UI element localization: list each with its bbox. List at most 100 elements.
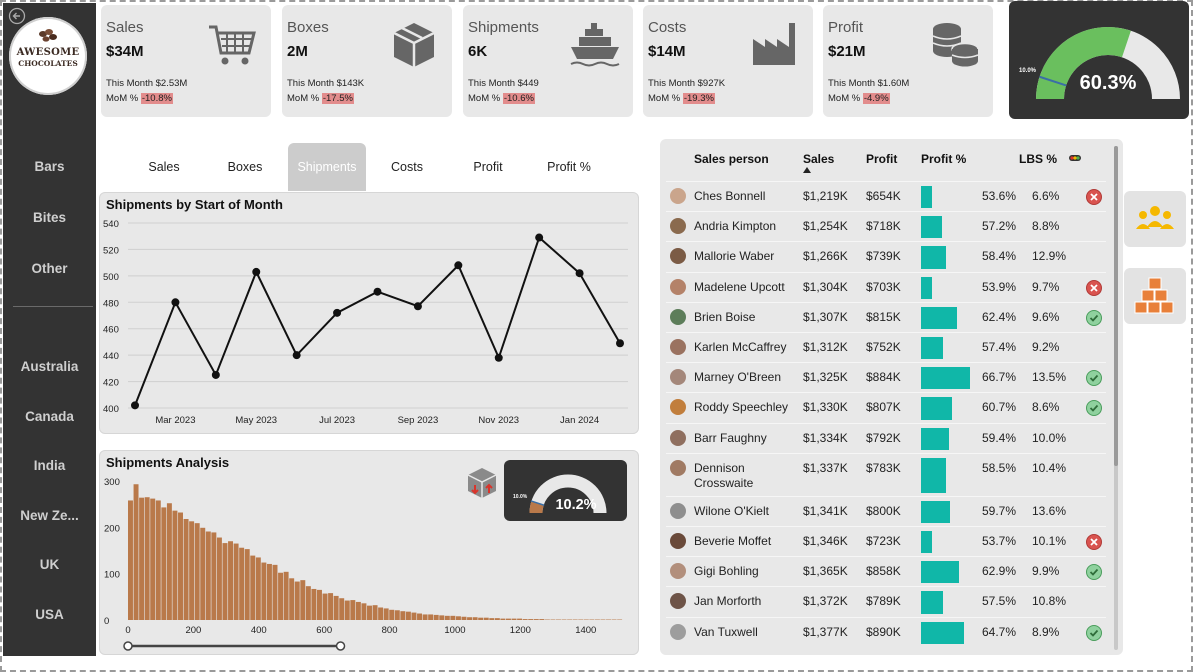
histogram-bar[interactable]: [178, 512, 183, 620]
range-slider-start-handle[interactable]: [123, 641, 133, 651]
histogram-bar[interactable]: [233, 543, 239, 620]
histogram-bar[interactable]: [261, 562, 267, 620]
table-row[interactable]: Van Tuxwell $1,377K $890K 64.7% 8.9%: [666, 616, 1106, 648]
histogram-bar[interactable]: [361, 603, 367, 620]
tab-shipments[interactable]: Shipments: [288, 143, 366, 191]
line-chart-point[interactable]: [292, 351, 301, 360]
tab-profit[interactable]: Profit: [449, 143, 527, 191]
line-chart-point[interactable]: [454, 261, 463, 270]
table-row[interactable]: Brien Boise $1,307K $815K 62.4% 9.6%: [666, 301, 1106, 333]
histogram-bar[interactable]: [505, 618, 511, 620]
line-chart-point[interactable]: [171, 298, 180, 307]
histogram-bar[interactable]: [355, 601, 361, 620]
histogram-bar[interactable]: [539, 619, 545, 620]
table-row[interactable]: Ches Bonnell $1,219K $654K 53.6% 6.6%: [666, 181, 1106, 212]
table-row[interactable]: Beverie Moffet $1,346K $723K 53.7% 10.1%: [666, 526, 1106, 557]
histogram-bar[interactable]: [305, 586, 311, 620]
histogram-bar[interactable]: [411, 612, 417, 620]
histogram-bar[interactable]: [322, 593, 328, 620]
histogram-bar[interactable]: [528, 619, 534, 620]
histogram-bar[interactable]: [228, 541, 234, 620]
nav-country-item[interactable]: USA: [3, 607, 96, 622]
nav-country-item[interactable]: Canada: [3, 409, 96, 424]
histogram-bar[interactable]: [483, 617, 489, 620]
nav-category-item[interactable]: Other: [3, 261, 96, 276]
histogram-bar[interactable]: [500, 618, 506, 620]
histogram-bar[interactable]: [522, 619, 528, 620]
histogram-bar[interactable]: [189, 521, 195, 620]
histogram-bar[interactable]: [211, 532, 217, 620]
histogram-bar[interactable]: [494, 618, 500, 620]
histogram-bar[interactable]: [383, 608, 389, 620]
histogram-bar[interactable]: [139, 497, 145, 620]
col-header-sales[interactable]: Sales: [803, 152, 834, 166]
histogram-bar[interactable]: [328, 593, 334, 620]
table-row[interactable]: Gigi Bohling $1,365K $858K 62.9% 9.9%: [666, 556, 1106, 587]
histogram-bar[interactable]: [172, 510, 178, 620]
histogram-bar[interactable]: [311, 588, 317, 620]
histogram-bar[interactable]: [461, 616, 467, 620]
boxes-view-button[interactable]: [1124, 268, 1186, 324]
histogram-bar[interactable]: [283, 571, 289, 620]
histogram-bar[interactable]: [389, 609, 395, 620]
histogram-bar[interactable]: [450, 615, 456, 620]
histogram-bar[interactable]: [405, 611, 411, 620]
histogram-bar[interactable]: [255, 557, 261, 620]
histogram-bar[interactable]: [417, 613, 423, 620]
histogram-bar[interactable]: [367, 605, 372, 620]
histogram-bar[interactable]: [300, 580, 306, 620]
histogram-bar[interactable]: [150, 498, 156, 620]
line-chart-point[interactable]: [333, 308, 342, 317]
nav-country-item[interactable]: India: [3, 458, 96, 473]
table-row[interactable]: Marney O'Breen $1,325K $884K 66.7% 13.5%: [666, 362, 1106, 393]
tab-costs[interactable]: Costs: [368, 143, 446, 191]
line-chart-point[interactable]: [252, 267, 261, 276]
histogram-bar[interactable]: [422, 614, 428, 620]
histogram-bar[interactable]: [266, 563, 272, 620]
histogram-bar[interactable]: [339, 598, 345, 620]
histogram-bar[interactable]: [489, 618, 495, 620]
range-slider-end-handle[interactable]: [335, 641, 346, 651]
line-chart-point[interactable]: [131, 401, 139, 410]
histogram-bar[interactable]: [455, 616, 461, 620]
col-header-sales-person[interactable]: Sales person: [694, 152, 769, 166]
histogram-bar[interactable]: [166, 503, 172, 620]
histogram-bar[interactable]: [183, 518, 189, 620]
line-chart-point[interactable]: [211, 370, 220, 379]
col-header-profit-pct[interactable]: Profit %: [921, 152, 966, 166]
tab-boxes[interactable]: Boxes: [206, 143, 284, 191]
table-row[interactable]: Dennison Crosswaite $1,337K $783K 58.5% 10.4…: [666, 452, 1106, 497]
table-row[interactable]: Madelene Upcott $1,304K $703K 53.9% 9.7%: [666, 271, 1106, 303]
people-view-button[interactable]: [1124, 191, 1186, 247]
histogram-bar[interactable]: [133, 484, 139, 620]
histogram-bar[interactable]: [216, 537, 222, 620]
table-row[interactable]: Barr Faughny $1,334K $792K 59.4% 10.0%: [666, 422, 1106, 454]
histogram-bar[interactable]: [128, 500, 133, 620]
line-chart-point[interactable]: [413, 302, 422, 311]
histogram-bar[interactable]: [439, 615, 445, 620]
histogram-bar[interactable]: [244, 549, 250, 620]
histogram-bar[interactable]: [400, 611, 406, 620]
histogram-bar[interactable]: [200, 527, 206, 620]
nav-country-item[interactable]: Australia: [3, 359, 96, 374]
histogram-bar[interactable]: [478, 617, 484, 620]
line-chart-point[interactable]: [535, 233, 544, 242]
nav-country-item[interactable]: New Ze...: [3, 508, 96, 523]
histogram-bar[interactable]: [517, 618, 523, 620]
histogram-bar[interactable]: [144, 497, 150, 620]
nav-category-item[interactable]: Bites: [3, 210, 96, 225]
histogram-bar[interactable]: [472, 617, 478, 620]
table-scrollbar-thumb[interactable]: [1114, 146, 1118, 466]
table-row[interactable]: Mallorie Waber $1,266K $739K 58.4% 12.9%: [666, 241, 1106, 272]
line-chart-point[interactable]: [494, 353, 503, 362]
histogram-bar[interactable]: [239, 547, 245, 620]
table-row[interactable]: Andria Kimpton $1,254K $718K 57.2% 8.8%: [666, 211, 1106, 242]
histogram-bar[interactable]: [250, 555, 256, 620]
histogram-bar[interactable]: [433, 614, 439, 620]
histogram-bar[interactable]: [316, 589, 322, 620]
histogram-bar[interactable]: [333, 595, 339, 620]
histogram-bar[interactable]: [444, 615, 450, 620]
nav-country-item[interactable]: UK: [3, 557, 96, 572]
histogram-bar[interactable]: [378, 607, 384, 620]
table-row[interactable]: Wilone O'Kielt $1,341K $800K 59.7% 13.6%: [666, 495, 1106, 527]
